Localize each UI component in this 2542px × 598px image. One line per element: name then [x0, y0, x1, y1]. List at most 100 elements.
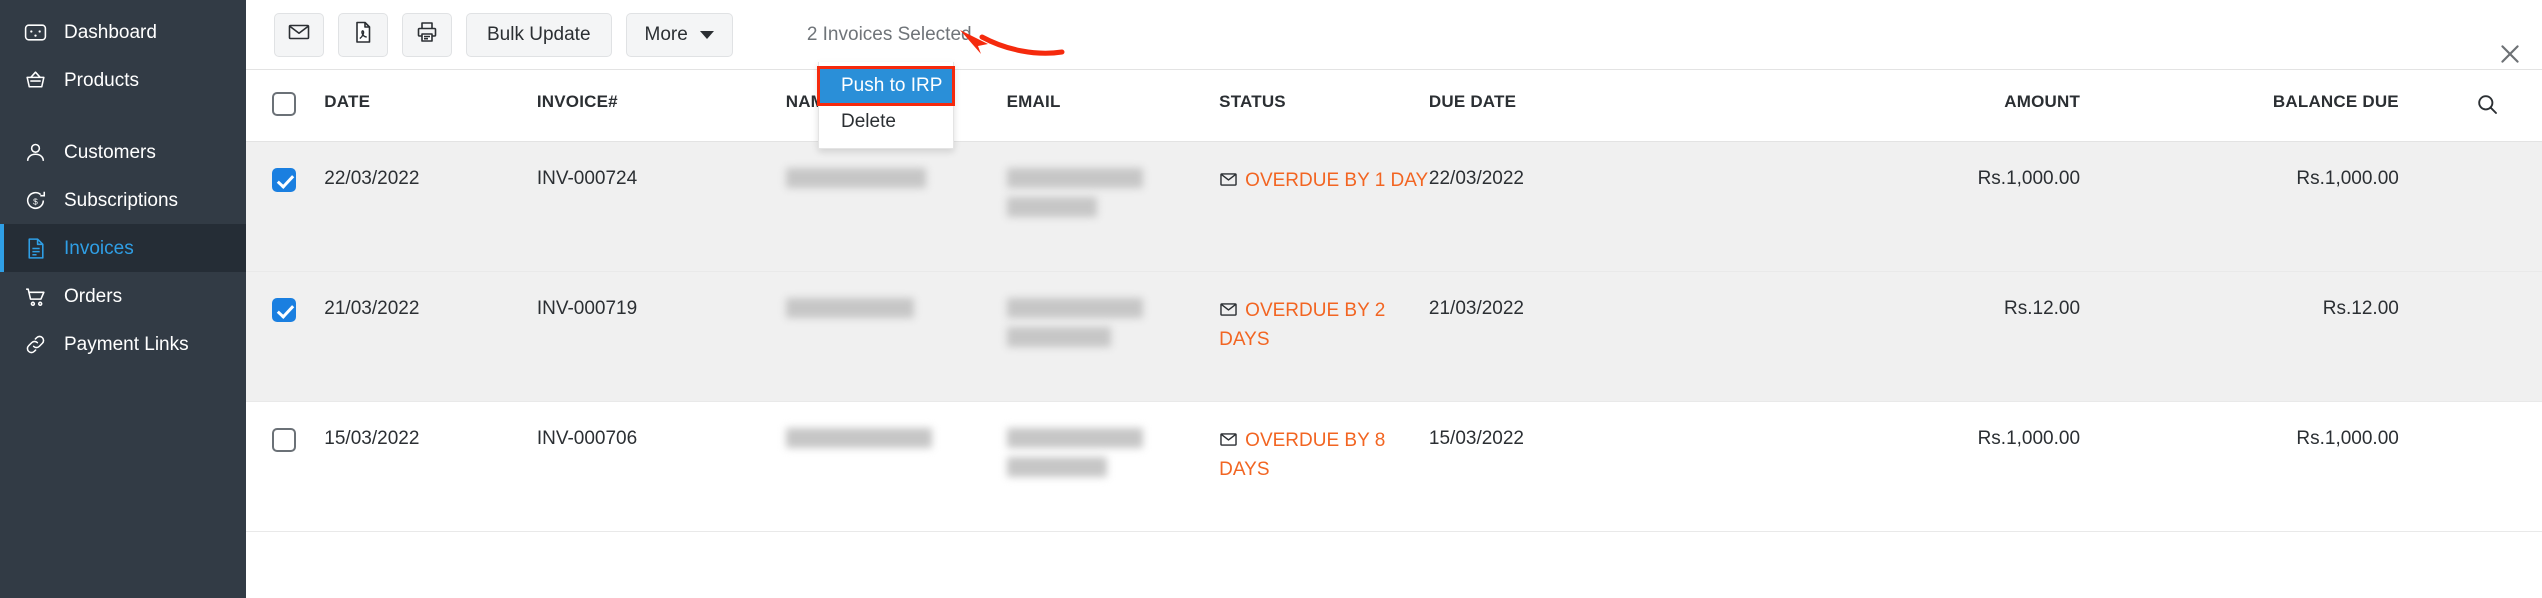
- app-root: Dashboard Products Customers $ Subscript…: [0, 0, 2542, 598]
- cell-amount: Rs.12.00: [2004, 298, 2081, 319]
- sidebar-item-dashboard[interactable]: Dashboard: [0, 8, 246, 56]
- redacted-name: [785, 298, 914, 318]
- sidebar-item-payment-links[interactable]: Payment Links: [0, 320, 246, 368]
- cell-amount: Rs.1,000.00: [1977, 428, 2081, 449]
- sidebar-item-label: Orders: [64, 285, 123, 307]
- table-row[interactable]: 22/03/2022 INV-000724 OVERDUE BY 1 DAY 2…: [246, 141, 2542, 272]
- column-header-search: [2433, 70, 2542, 142]
- close-icon: [2497, 41, 2523, 72]
- link-icon: [22, 331, 48, 357]
- status-badge: OVERDUE BY 1 DAY: [1219, 170, 1428, 191]
- close-button[interactable]: [2490, 36, 2530, 76]
- invoices-table: DATE INVOICE# NAME EMAIL STATUS DUE DATE…: [246, 70, 2542, 532]
- table-row[interactable]: 15/03/2022 INV-000706 OVERDUE BY 8 DAYS …: [246, 402, 2542, 532]
- table-header: DATE INVOICE# NAME EMAIL STATUS DUE DATE…: [246, 70, 2542, 142]
- cell-email: [1006, 272, 1220, 402]
- cell-invoice[interactable]: INV-000719: [537, 272, 786, 402]
- sidebar-item-orders[interactable]: Orders: [0, 272, 246, 320]
- column-header-date[interactable]: DATE: [324, 70, 537, 142]
- sidebar-item-label: Products: [64, 69, 139, 91]
- column-header-email[interactable]: EMAIL: [1007, 70, 1220, 142]
- cell-invoice[interactable]: INV-000706: [537, 402, 786, 532]
- status-text: OVERDUE BY 2 DAYS: [1219, 300, 1386, 350]
- cell-row-actions: [2433, 272, 2542, 402]
- menu-item-push-to-irp[interactable]: Push to IRP: [817, 66, 955, 106]
- cell-date: 21/03/2022: [324, 298, 420, 319]
- status-badge: OVERDUE BY 8 DAYS: [1219, 430, 1385, 480]
- redacted-email-2: [1006, 457, 1107, 477]
- redacted-email: [1006, 298, 1143, 318]
- cell-status: OVERDUE BY 8 DAYS: [1219, 402, 1429, 532]
- bulk-update-button[interactable]: Bulk Update: [466, 12, 612, 57]
- chevron-down-icon: [699, 30, 714, 39]
- envelope-icon: [1219, 430, 1238, 457]
- column-header-due-date[interactable]: DUE DATE: [1429, 70, 1751, 142]
- cell-status: OVERDUE BY 1 DAY: [1219, 142, 1429, 272]
- sidebar-item-subscriptions[interactable]: $ Subscriptions: [0, 176, 246, 224]
- row-select-cell: [246, 272, 324, 402]
- sidebar-item-label: Dashboard: [64, 21, 157, 43]
- envelope-icon: [1219, 300, 1238, 327]
- column-header-amount[interactable]: AMOUNT: [1751, 70, 2115, 142]
- column-header-status[interactable]: STATUS: [1219, 70, 1429, 142]
- row-checkbox[interactable]: [272, 298, 296, 322]
- more-dropdown-menu: Push to IRP Delete: [817, 62, 955, 149]
- email-button[interactable]: [274, 12, 324, 57]
- print-button[interactable]: [402, 12, 452, 57]
- table-header-row: DATE INVOICE# NAME EMAIL STATUS DUE DATE…: [246, 70, 2542, 142]
- cell-due-date: 21/03/2022: [1428, 298, 1524, 319]
- cell-name: [785, 142, 1007, 272]
- document-icon: [22, 235, 48, 261]
- column-header-balance-due[interactable]: BALANCE DUE: [2114, 70, 2433, 142]
- cell-name: [785, 402, 1007, 532]
- sidebar-item-label: Subscriptions: [64, 189, 179, 211]
- cell-date: 15/03/2022: [324, 428, 420, 449]
- cell-due-date: 15/03/2022: [1428, 428, 1524, 449]
- cell-invoice[interactable]: INV-000724: [537, 142, 786, 272]
- cell-amount: Rs.1,000.00: [1977, 168, 2081, 189]
- cell-row-actions: [2433, 142, 2542, 272]
- more-button[interactable]: More: [625, 12, 733, 57]
- printer-icon: [415, 20, 439, 50]
- sidebar-item-invoices[interactable]: Invoices: [0, 224, 246, 272]
- status-text: OVERDUE BY 8 DAYS: [1219, 430, 1386, 480]
- sidebar-item-label: Payment Links: [64, 333, 189, 355]
- redacted-name: [785, 168, 926, 188]
- select-all-header: [246, 70, 324, 142]
- main-panel: Bulk Update More 2 Invoices Selected Pus…: [246, 0, 2542, 598]
- sidebar-item-label: Invoices: [64, 237, 134, 259]
- redacted-name: [785, 428, 932, 448]
- redacted-email: [1006, 168, 1143, 188]
- more-button-label: More: [644, 23, 688, 45]
- user-icon: [22, 139, 48, 165]
- status-text: OVERDUE BY 1 DAY: [1245, 170, 1429, 191]
- search-icon[interactable]: [2475, 92, 2499, 121]
- cell-balance-due: Rs.1,000.00: [2296, 428, 2399, 449]
- svg-text:$: $: [33, 196, 38, 206]
- sidebar: Dashboard Products Customers $ Subscript…: [0, 0, 246, 598]
- column-header-invoice[interactable]: INVOICE#: [537, 70, 786, 142]
- sidebar-item-customers[interactable]: Customers: [0, 128, 246, 176]
- cell-balance-due: Rs.12.00: [2322, 298, 2399, 319]
- table-row[interactable]: 21/03/2022 INV-000719 OVERDUE BY 2 DAYS …: [246, 271, 2542, 402]
- select-all-checkbox[interactable]: [272, 92, 296, 116]
- redacted-email-2: [1006, 327, 1111, 347]
- row-select-cell: [246, 402, 324, 532]
- status-badge: OVERDUE BY 2 DAYS: [1219, 300, 1385, 350]
- table-body: 22/03/2022 INV-000724 OVERDUE BY 1 DAY 2…: [246, 141, 2542, 532]
- pdf-button[interactable]: [338, 12, 388, 57]
- menu-item-delete[interactable]: Delete: [819, 104, 953, 140]
- row-checkbox[interactable]: [272, 168, 296, 192]
- cell-email: [1006, 142, 1220, 272]
- cell-row-actions: [2433, 402, 2542, 532]
- envelope-icon: [287, 20, 311, 50]
- row-checkbox[interactable]: [272, 428, 296, 452]
- cell-due-date: 22/03/2022: [1428, 168, 1524, 189]
- selection-count-text: 2 Invoices Selected: [806, 23, 972, 45]
- sidebar-item-label: Customers: [64, 141, 156, 163]
- sidebar-item-products[interactable]: Products: [0, 56, 246, 104]
- redacted-email-2: [1006, 197, 1097, 217]
- recurring-icon: $: [22, 187, 48, 213]
- pdf-file-icon: [351, 20, 375, 50]
- dashboard-icon: [22, 19, 48, 45]
